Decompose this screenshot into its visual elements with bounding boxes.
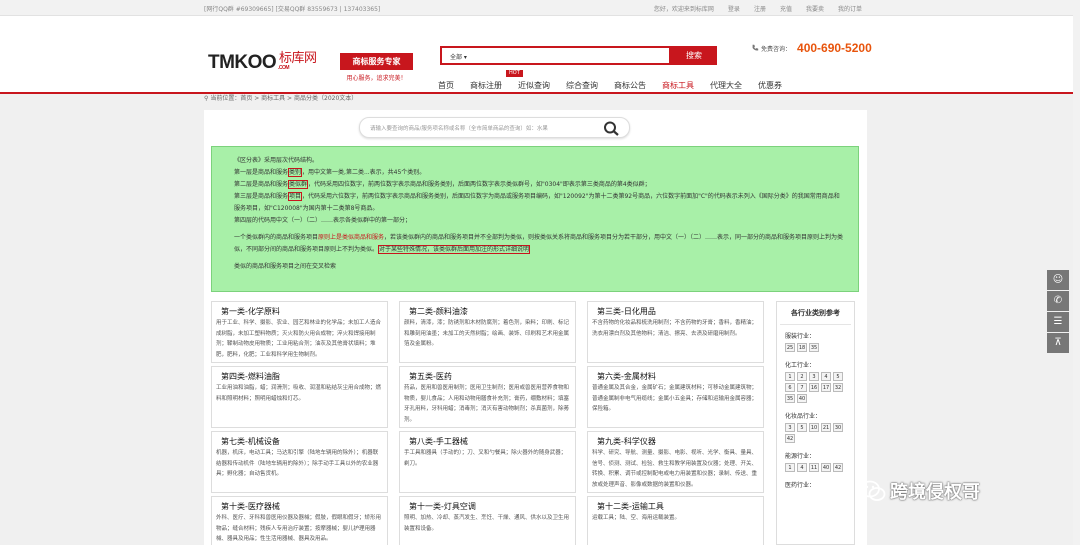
- class-number-chip[interactable]: 3: [785, 423, 795, 432]
- nav-coupons[interactable]: 优惠券: [750, 80, 790, 91]
- class-number-chip[interactable]: 25: [785, 343, 795, 352]
- class-number-chip[interactable]: 4: [821, 372, 831, 381]
- recharge-link[interactable]: 充值: [780, 4, 792, 13]
- logo-brand: TMKOO: [208, 52, 277, 73]
- logo-com: .COM: [278, 65, 290, 71]
- class-card[interactable]: 第七类-机械设备 机器，机床，电动工具；马达和引擎（陆地车辆用的除外）；机器联结器…: [211, 431, 388, 493]
- register-link[interactable]: 注册: [754, 4, 766, 13]
- class-number-chip[interactable]: 4: [797, 463, 807, 472]
- top-bar: [网行QQ群 #69309665] [交易QQ群 83559673 | 1374…: [0, 0, 1080, 16]
- nav-similar-search[interactable]: 近似查询: [510, 80, 558, 91]
- class-card[interactable]: 第二类-颜料油漆 颜料，清漆，漆；防锈剂和木材防腐剂；着色剂，染料；印刷、标记和雕…: [399, 301, 576, 363]
- top-links: 您好，欢迎来到标库网 登录 注册 充值 我要卖 我的订单: [654, 4, 862, 13]
- class-card[interactable]: 第八类-手工器械 手工具和器具（手动的）；刀、叉和勺餐具；除火器外的随身武器；剃刀…: [399, 431, 576, 493]
- phone-info: 免费咨询： 400-690-5200: [751, 41, 872, 55]
- class-number-chip[interactable]: 2: [797, 372, 807, 381]
- search-scope-select[interactable]: 全部 ▾: [450, 52, 467, 61]
- class-number-chip[interactable]: 30: [833, 423, 843, 432]
- term-class: 类别: [288, 168, 303, 177]
- slogan: 商标服务专家 用心服务，追求完美！: [340, 53, 413, 82]
- nav-home[interactable]: 首页: [430, 80, 462, 91]
- class-number-chip[interactable]: 5: [797, 423, 807, 432]
- term-item: 项目: [288, 192, 303, 201]
- nav-tools[interactable]: 商标工具: [654, 80, 702, 91]
- class-number-chip[interactable]: 40: [821, 463, 831, 472]
- class-card[interactable]: 第九类-科学仪器 科学、研究、导航、测量、摄影、电影、视听、光学、衡具、量具、信号…: [587, 431, 764, 493]
- phone-number: 400-690-5200: [797, 41, 872, 55]
- class-card[interactable]: 第十二类-运输工具 运载工具；陆、空、海用运载装置。: [587, 496, 764, 545]
- login-link[interactable]: 登录: [728, 4, 740, 13]
- phone-icon[interactable]: ✆: [1047, 291, 1069, 311]
- sidebar-title: 各行业类别参考: [780, 302, 851, 325]
- class-number-chip[interactable]: 6: [785, 383, 795, 392]
- qq-groups-text: [网行QQ群 #69309665] [交易QQ群 83559673 | 1374…: [204, 6, 381, 13]
- industry-group: 医药行业：: [785, 482, 816, 489]
- industry-group: 化工行业： 1 2 3 4 5 6 7 16 17 32 35 40: [785, 362, 843, 403]
- class-card[interactable]: 第十一类-灯具空调 照明、加热、冷却、蒸汽发生、烹饪、干燥、通风、供水以及卫生用装…: [399, 496, 576, 545]
- phone-label: 免费咨询：: [761, 45, 792, 53]
- menu-icon[interactable]: ☰: [1047, 312, 1069, 332]
- class-number-chip[interactable]: 11: [809, 463, 819, 472]
- industry-sidebar: 各行业类别参考 服装行业： 25 18 35 化工行业： 1 2 3 4 5 6…: [776, 301, 855, 545]
- class-number-chip[interactable]: 42: [785, 434, 795, 443]
- watermark: 跨境侵权哥: [860, 478, 980, 504]
- class-number-chip[interactable]: 7: [797, 383, 807, 392]
- class-number-chip[interactable]: 42: [833, 463, 843, 472]
- slogan-badge: 商标服务专家: [340, 53, 413, 70]
- class-number-chip[interactable]: 40: [797, 394, 807, 403]
- search-icon[interactable]: [603, 121, 621, 136]
- nav-divider: [0, 92, 1080, 94]
- industry-group: 化妆品行业： 3 5 10 21 30 42: [785, 413, 843, 443]
- logo-cn: 标库网: [279, 50, 317, 65]
- nav-comprehensive-search[interactable]: 综合查询: [558, 80, 606, 91]
- class-card[interactable]: 第一类-化学原料 用于工业、科学、摄影、农业、园艺和林业的化学品；未加工人造合成树…: [211, 301, 388, 363]
- logo[interactable]: TMKOO 标库网 .COM: [208, 50, 317, 74]
- class-card[interactable]: 第六类-金属材料 普通金属及其合金，金属矿石；金属建筑材料；可移动金属建筑物；普通…: [587, 366, 764, 428]
- class-card[interactable]: 第五类-医药 药品，医用和兽医用制剂；医用卫生制剂；医用或兽医用营养食物和物质，婴…: [399, 366, 576, 428]
- slogan-sub: 用心服务，追求完美！: [346, 75, 407, 82]
- welcome-text: 您好，欢迎来到标库网: [653, 6, 714, 13]
- class-number-chip[interactable]: 1: [785, 372, 795, 381]
- industry-group: 能源行业： 1 4 11 40 42: [785, 453, 843, 472]
- class-card[interactable]: 第三类-日化用品 不含药物的化妆品和梳洗用制剂；不含药物的牙膏；香料，香精油；洗衣…: [587, 301, 764, 363]
- nav-announcements[interactable]: 商标公告: [606, 80, 654, 91]
- main-nav: 首页 商标注册 近似查询 综合查询 商标公告 商标工具 代理大全 优惠券: [430, 80, 790, 91]
- chat-icon[interactable]: ☺: [1047, 270, 1069, 290]
- class-card[interactable]: 第十类-医疗器械 外科、医疗、牙科和兽医用仪器及器械；假肢，假眼和假牙；矫形用物品…: [211, 496, 388, 545]
- class-number-chip[interactable]: 5: [833, 372, 843, 381]
- main-content: 请输入要查询的商品/服务项名称或名称（全市简单商品的查询）如：水果 《区分表》采…: [204, 110, 867, 545]
- wechat-icon: [860, 480, 886, 501]
- goods-search-placeholder: 请输入要查询的商品/服务项名称或名称（全市简单商品的查询）如：水果: [370, 126, 548, 132]
- class-number-chip[interactable]: 32: [833, 383, 843, 392]
- back-to-top-icon[interactable]: ⊼: [1047, 333, 1069, 353]
- hot-badge: HOT: [506, 70, 523, 77]
- header: TMKOO 标库网 .COM 商标服务专家 用心服务，追求完美！ 全部 ▾ 搜索…: [0, 16, 1080, 92]
- my-orders-link[interactable]: 我的订单: [838, 4, 862, 13]
- class-number-chip[interactable]: 18: [797, 343, 807, 352]
- class-number-chip[interactable]: 17: [821, 383, 831, 392]
- breadcrumb: ⚲ 当前位置：首页 > 商标工具 > 商品分类（2020文本）: [204, 95, 358, 102]
- class-number-chip[interactable]: 35: [809, 343, 819, 352]
- sell-link[interactable]: 我要卖: [806, 4, 824, 13]
- industry-group: 服装行业： 25 18 35: [785, 333, 819, 352]
- class-number-chip[interactable]: 16: [809, 383, 819, 392]
- floating-toolbar: ☺ ✆ ☰ ⊼: [1047, 270, 1069, 354]
- class-card[interactable]: 第四类-燃料油脂 工业用油和油脂，蜡；润滑剂；吸收、润湿和粘结灰尘用合成物；燃料和…: [211, 366, 388, 428]
- search-input[interactable]: [482, 51, 662, 62]
- page-scrollbar[interactable]: [1073, 0, 1080, 545]
- search-button[interactable]: 搜索: [671, 46, 717, 65]
- search-box: 全部 ▾: [440, 46, 671, 65]
- class-number-chip[interactable]: 1: [785, 463, 795, 472]
- nav-agents[interactable]: 代理大全: [702, 80, 750, 91]
- nav-register[interactable]: 商标注册: [462, 80, 510, 91]
- class-number-chip[interactable]: 10: [809, 423, 819, 432]
- goods-search-box[interactable]: 请输入要查询的商品/服务项名称或名称（全市简单商品的查询）如：水果: [359, 117, 630, 138]
- class-number-chip[interactable]: 21: [821, 423, 831, 432]
- class-number-chip[interactable]: 3: [809, 372, 819, 381]
- phone-icon: [752, 44, 759, 51]
- class-number-chip[interactable]: 35: [785, 394, 795, 403]
- term-similar-group: 类似群: [288, 180, 309, 189]
- classification-info: 《区分表》采用层次代码结构。 第一层是商品和服务类别，用中文第一类,第二类...…: [211, 146, 859, 292]
- special-note: 对于某些特殊情况，该类似群后面用加注的形式详细说明: [378, 245, 531, 254]
